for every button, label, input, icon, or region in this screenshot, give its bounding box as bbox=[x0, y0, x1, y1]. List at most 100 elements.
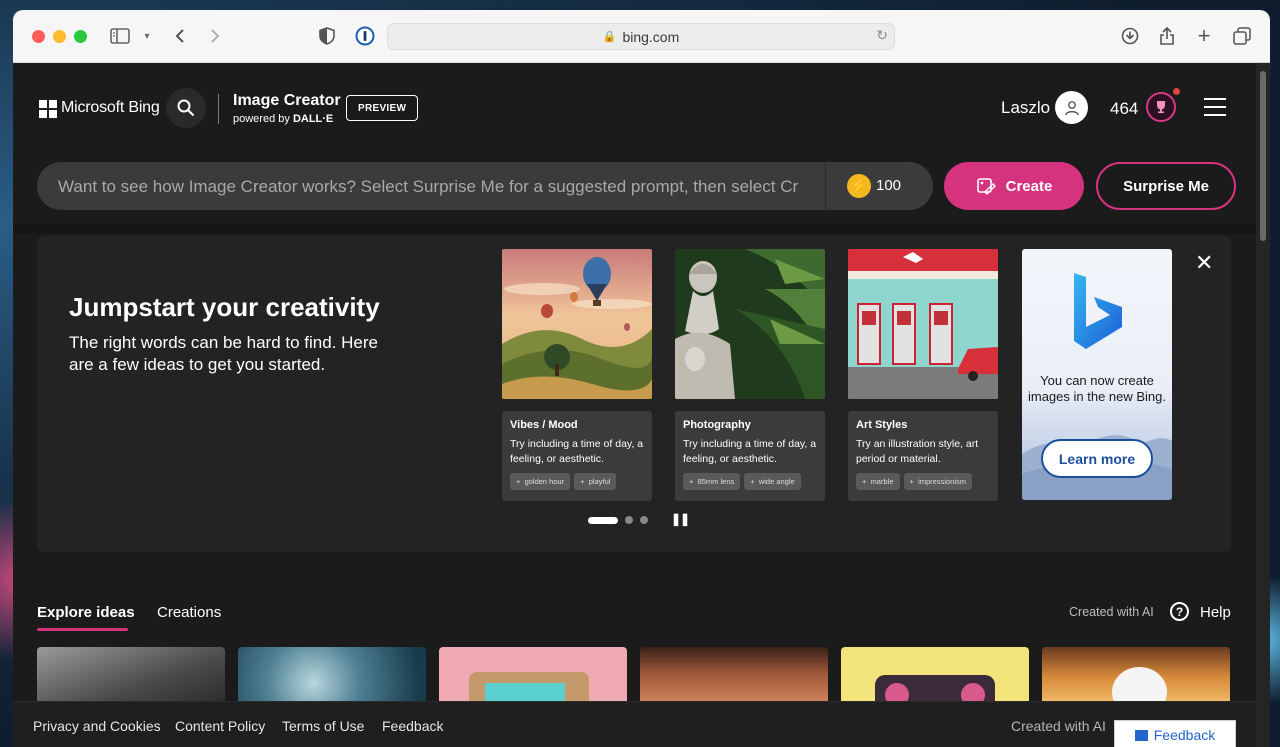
create-button-label: Create bbox=[1005, 177, 1053, 195]
learn-more-button[interactable]: Learn more bbox=[1041, 439, 1153, 478]
user-name[interactable]: Laszlo bbox=[1001, 98, 1050, 118]
back-arrow-icon[interactable] bbox=[168, 24, 192, 48]
idea-card-photography[interactable]: Photography Try including a time of day,… bbox=[675, 249, 825, 501]
powered-by-text: powered by DALL·E bbox=[233, 113, 333, 125]
search-button[interactable] bbox=[166, 88, 206, 128]
notification-dot bbox=[1173, 88, 1180, 95]
tab-explore-ideas[interactable]: Explore ideas bbox=[37, 604, 135, 621]
sidebar-toggle-icon[interactable] bbox=[108, 24, 132, 48]
help-link[interactable]: Help bbox=[1200, 604, 1231, 621]
gallery-thumbnail[interactable] bbox=[37, 647, 225, 707]
url-text: bing.com bbox=[622, 28, 680, 45]
window-controls bbox=[32, 30, 87, 43]
gallery-thumbnail[interactable] bbox=[841, 647, 1029, 707]
avatar[interactable] bbox=[1055, 91, 1088, 124]
address-bar[interactable]: 🔒 bing.com ↻ bbox=[387, 23, 895, 50]
terms-link[interactable]: Terms of Use bbox=[282, 718, 364, 734]
privacy-link[interactable]: Privacy and Cookies bbox=[33, 718, 161, 734]
zoom-window-button[interactable] bbox=[74, 30, 87, 43]
surprise-me-button[interactable]: Surprise Me bbox=[1096, 162, 1236, 210]
footer-created-with-ai: Created with AI bbox=[1011, 718, 1106, 734]
tab-creations[interactable]: Creations bbox=[157, 604, 221, 621]
pause-icon[interactable]: ❚❚ bbox=[671, 512, 690, 526]
preview-badge: PREVIEW bbox=[346, 95, 419, 121]
brand-name[interactable]: Microsoft Bing bbox=[61, 99, 160, 117]
chevron-down-icon[interactable]: ▾ bbox=[135, 24, 159, 48]
card-info: Photography Try including a time of day,… bbox=[675, 411, 825, 501]
suggestion-tag[interactable]: + wide angle bbox=[744, 473, 801, 490]
active-tab-indicator bbox=[37, 628, 128, 631]
close-window-button[interactable] bbox=[32, 30, 45, 43]
prompt-bar: Want to see how Image Creator works? Sel… bbox=[37, 162, 933, 210]
gallery-thumbnail[interactable] bbox=[238, 647, 426, 707]
card-title: Photography bbox=[683, 419, 751, 431]
powered-brand: DALL·E bbox=[292, 113, 334, 125]
promo-text: You can now create images in the new Bin… bbox=[1027, 373, 1167, 404]
jumpstart-panel: Jumpstart your creativity The right word… bbox=[37, 236, 1231, 552]
feedback-icon bbox=[1134, 729, 1148, 741]
suggestion-tag[interactable]: + 85mm lens bbox=[683, 473, 741, 490]
suggestion-tag[interactable]: + playful bbox=[574, 473, 617, 490]
carousel-dot[interactable] bbox=[640, 516, 648, 524]
password-manager-icon[interactable] bbox=[353, 24, 377, 48]
bing-image-creator-page: Microsoft Bing Image Creator powered by … bbox=[13, 63, 1256, 747]
card-image-statue bbox=[675, 249, 825, 399]
minimize-window-button[interactable] bbox=[53, 30, 66, 43]
create-button[interactable]: Create bbox=[944, 162, 1084, 210]
idea-card-vibes[interactable]: Vibes / Mood Try including a time of day… bbox=[502, 249, 652, 501]
download-icon[interactable] bbox=[1118, 24, 1142, 48]
card-title: Vibes / Mood bbox=[510, 419, 578, 431]
powered-prefix: powered by bbox=[233, 113, 293, 125]
page-header: Microsoft Bing Image Creator powered by … bbox=[13, 63, 1256, 151]
browser-window: ▾ 🔒 bing.com ↻ + Microsoft Bing Image Cr… bbox=[13, 10, 1270, 747]
share-icon[interactable] bbox=[1155, 24, 1179, 48]
reload-icon[interactable]: ↻ bbox=[876, 27, 888, 44]
gallery-thumbnail[interactable] bbox=[640, 647, 828, 707]
product-title: Image Creator bbox=[233, 92, 341, 109]
tag-label: 85mm lens bbox=[697, 477, 735, 486]
privacy-shield-icon[interactable] bbox=[315, 24, 339, 48]
feedback-button[interactable]: Feedback bbox=[1114, 720, 1236, 747]
card-info: Vibes / Mood Try including a time of day… bbox=[502, 411, 652, 501]
page-scrollbar[interactable] bbox=[1256, 63, 1270, 747]
tag-label: golden hour bbox=[524, 477, 565, 486]
help-icon[interactable]: ? bbox=[1170, 602, 1189, 621]
card-title: Art Styles bbox=[856, 419, 908, 431]
page-footer: Privacy and Cookies Content Policy Terms… bbox=[13, 701, 1256, 747]
forward-arrow-icon[interactable] bbox=[203, 24, 227, 48]
suggestion-tag[interactable]: + marble bbox=[856, 473, 900, 490]
prompt-input[interactable]: Want to see how Image Creator works? Sel… bbox=[58, 177, 798, 197]
content-policy-link[interactable]: Content Policy bbox=[175, 718, 265, 734]
card-description: Try an illustration style, art period or… bbox=[856, 438, 979, 465]
card-image-balloons bbox=[502, 249, 652, 399]
tag-label: impressionism bbox=[918, 477, 966, 486]
hamburger-menu-icon[interactable] bbox=[1204, 98, 1226, 116]
card-description: Try including a time of day, a feeling, … bbox=[683, 438, 817, 465]
prompt-divider bbox=[825, 162, 826, 210]
feedback-button-label: Feedback bbox=[1153, 727, 1216, 743]
suggestion-tag[interactable]: + impressionism bbox=[903, 473, 972, 490]
browser-toolbar: ▾ 🔒 bing.com ↻ + bbox=[13, 10, 1270, 63]
suggestion-tag[interactable]: + golden hour bbox=[510, 473, 571, 490]
gallery-thumbnail[interactable] bbox=[439, 647, 627, 707]
idea-card-art-styles[interactable]: Art Styles Try an illustration style, ar… bbox=[848, 249, 998, 501]
new-tab-icon[interactable]: + bbox=[1192, 23, 1216, 48]
card-image-gas-station bbox=[848, 249, 998, 399]
carousel-dot-active[interactable] bbox=[588, 516, 618, 524]
jumpstart-heading: Jumpstart your creativity bbox=[69, 292, 380, 322]
card-info: Art Styles Try an illustration style, ar… bbox=[848, 411, 998, 501]
tab-overview-icon[interactable] bbox=[1230, 24, 1254, 48]
search-icon bbox=[177, 99, 195, 117]
boost-count: 100 bbox=[876, 177, 902, 194]
boost-coin-icon: ⚡ bbox=[847, 174, 871, 198]
close-icon[interactable]: ✕ bbox=[1195, 252, 1213, 274]
tag-label: wide angle bbox=[758, 477, 795, 486]
jumpstart-description: The right words can be hard to find. Her… bbox=[69, 333, 378, 374]
carousel-dot[interactable] bbox=[625, 516, 633, 524]
rewards-trophy-icon[interactable] bbox=[1146, 92, 1176, 122]
rewards-points[interactable]: 464 bbox=[1110, 99, 1138, 119]
feedback-link[interactable]: Feedback bbox=[382, 718, 443, 734]
gallery-thumbnail[interactable] bbox=[1042, 647, 1230, 707]
lock-icon: 🔒 bbox=[602, 31, 617, 43]
section-separator bbox=[13, 224, 1256, 234]
